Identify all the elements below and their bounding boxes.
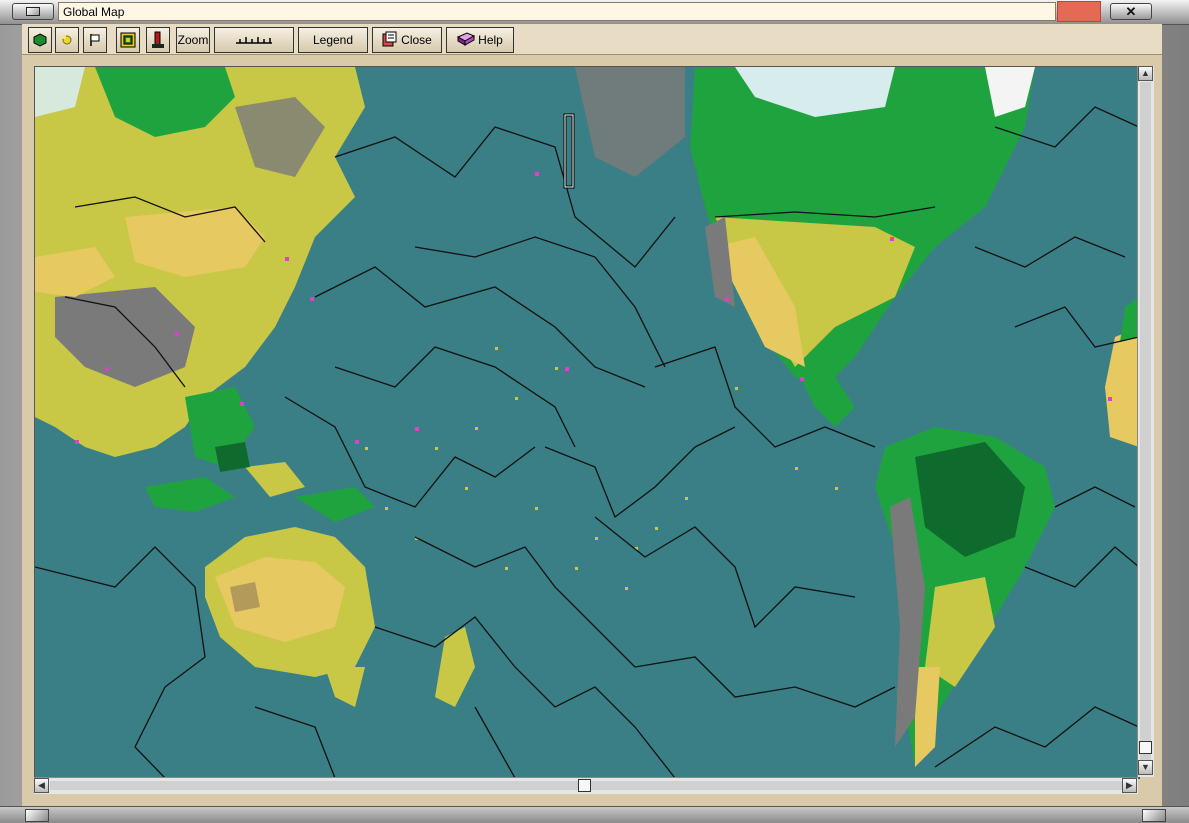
window-bottom-border — [0, 806, 1189, 823]
cities-tool-button[interactable] — [28, 27, 52, 53]
help-label: Help — [478, 33, 503, 47]
flag-tool-icon — [90, 34, 100, 46]
help-button[interactable]: Help — [446, 27, 514, 53]
scroll-right-arrow-icon[interactable]: ▶ — [1122, 778, 1137, 793]
unit-tool-icon — [152, 31, 164, 48]
resources-tool-icon — [62, 35, 72, 45]
cities-tool-icon — [33, 33, 47, 47]
close-button[interactable]: Close — [372, 27, 442, 53]
vertical-scrollbar[interactable]: ▲ ▼ — [1137, 66, 1154, 777]
scale-bar-icon — [236, 37, 272, 44]
map-panel: ▲ ▼ ◀ ▶ — [22, 55, 1162, 806]
scroll-left-arrow-icon[interactable]: ◀ — [34, 778, 49, 793]
legend-button[interactable]: Legend — [298, 27, 368, 53]
terrain-tool-icon — [120, 32, 136, 48]
red-indicator-button[interactable] — [1057, 1, 1101, 22]
resize-grip-right-icon[interactable] — [1142, 809, 1166, 822]
title-bar[interactable]: Global Map ✕ — [0, 0, 1189, 25]
map-toolbar: Zoom Legend Close Help — [22, 24, 1162, 55]
resources-tool-button[interactable] — [55, 27, 79, 53]
horizontal-scrollbar[interactable]: ◀ ▶ — [34, 777, 1138, 794]
horizontal-scroll-thumb[interactable] — [578, 779, 591, 792]
window-close-button[interactable]: ✕ — [1110, 3, 1152, 20]
zoom-label: Zoom — [177, 33, 209, 47]
scale-button[interactable] — [214, 27, 294, 53]
help-book-icon — [457, 31, 476, 49]
legend-label: Legend — [312, 33, 354, 47]
global-map-canvas[interactable] — [34, 66, 1140, 779]
scroll-up-arrow-icon[interactable]: ▲ — [1138, 66, 1153, 81]
unit-tool-button[interactable] — [146, 27, 170, 53]
terrain-tool-button[interactable] — [116, 27, 140, 53]
close-x-icon: ✕ — [1125, 4, 1137, 19]
title-panel: Global Map — [58, 2, 1056, 21]
zoom-button[interactable]: Zoom — [176, 27, 210, 53]
scroll-down-arrow-icon[interactable]: ▼ — [1138, 760, 1153, 775]
vertical-scroll-thumb[interactable] — [1139, 741, 1152, 754]
window-menu-icon — [26, 7, 40, 16]
vertical-scroll-track[interactable] — [1140, 82, 1151, 760]
close-label: Close — [401, 33, 432, 47]
resize-grip-left-icon[interactable] — [25, 809, 49, 822]
world-map[interactable] — [35, 67, 1139, 778]
window-title: Global Map — [63, 5, 125, 19]
close-door-icon — [382, 31, 398, 50]
window-menu-button[interactable] — [12, 3, 54, 20]
flag-tool-button[interactable] — [83, 27, 107, 53]
